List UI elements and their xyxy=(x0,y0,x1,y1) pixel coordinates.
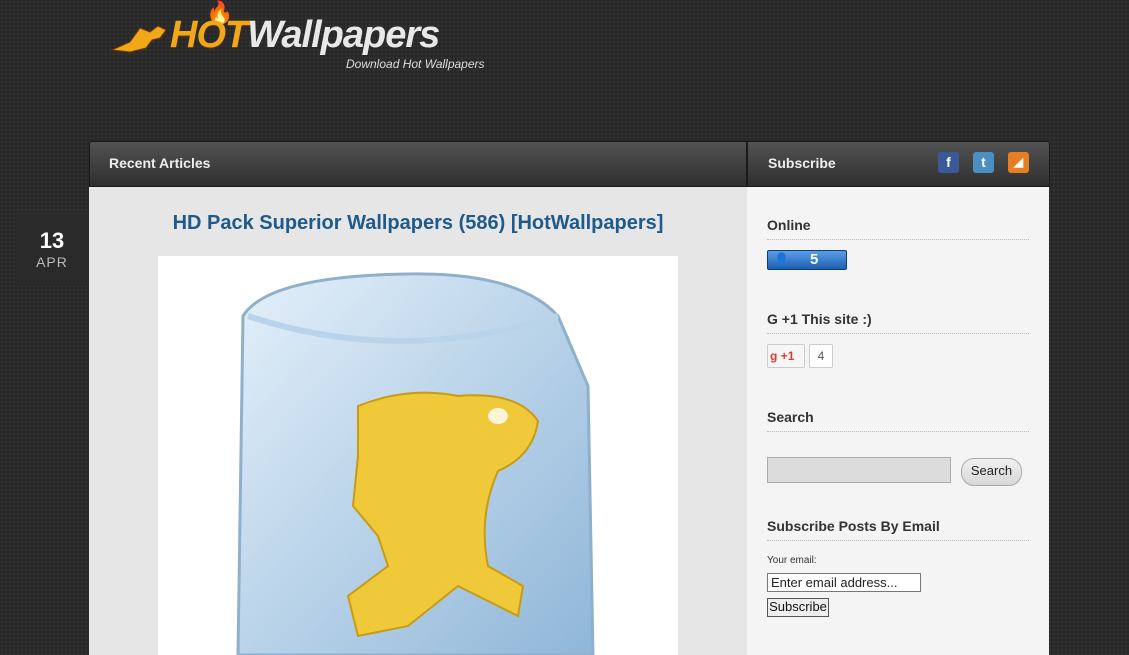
google-plus-icon: g xyxy=(770,349,778,363)
online-counter-badge[interactable]: 👤 5 xyxy=(767,250,847,270)
email-widget-title: Subscribe Posts By Email xyxy=(767,518,1029,541)
facebook-icon[interactable]: f xyxy=(938,152,959,173)
logo-figure-icon xyxy=(110,25,167,53)
ice-frog-image xyxy=(236,272,595,655)
logo-tagline: Download Hot Wallpapers xyxy=(346,57,485,71)
subscribe-title: Subscribe xyxy=(768,155,836,171)
gplus-widget-title: G +1 This site :) xyxy=(767,311,1029,334)
recent-articles-bar: Recent Articles xyxy=(89,141,747,187)
sidebar: Online 👤 5 G +1 This site :) g +1 4 Sear… xyxy=(747,187,1049,655)
site-logo[interactable]: 🔥 HOTWallpapers Download Hot Wallpapers xyxy=(110,0,490,80)
subscribe-button[interactable]: Subscribe xyxy=(767,598,829,617)
email-field[interactable]: Enter email address... xyxy=(767,573,921,592)
online-widget-title: Online xyxy=(767,217,1029,240)
post-date-day: 13 xyxy=(39,228,65,253)
post-image[interactable] xyxy=(158,256,678,655)
gplus-button[interactable]: g +1 xyxy=(767,344,805,368)
post-title-link[interactable]: HD Pack Superior Wallpapers (586) [HotWa… xyxy=(89,212,747,235)
search-button[interactable]: Search xyxy=(961,458,1022,486)
rss-icon[interactable]: ◢ xyxy=(1008,152,1029,173)
recent-articles-title: Recent Articles xyxy=(109,155,211,171)
post-date-month: APR xyxy=(36,254,68,270)
main-content: HD Pack Superior Wallpapers (586) [HotWa… xyxy=(89,187,747,655)
logo-text: HOTWallpapers xyxy=(170,14,440,56)
user-icon: 👤 xyxy=(774,252,789,266)
search-widget-title: Search xyxy=(767,409,1029,432)
twitter-icon[interactable]: t xyxy=(973,152,994,173)
gplus-count: 4 xyxy=(809,344,833,368)
gplus-label: +1 xyxy=(780,349,795,363)
search-input[interactable] xyxy=(767,457,951,483)
post-date-badge: 13 APR xyxy=(16,214,88,286)
email-label: Your email: xyxy=(767,555,817,566)
online-count: 5 xyxy=(810,251,819,268)
subscribe-bar: Subscribe f t ◢ xyxy=(747,141,1050,187)
